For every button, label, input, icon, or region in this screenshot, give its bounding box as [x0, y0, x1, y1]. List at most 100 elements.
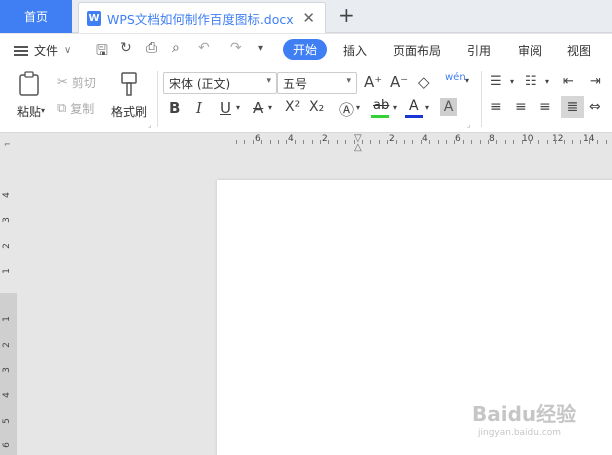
document-tab-title: WPS文档如何制作百度图标.docx — [107, 11, 294, 27]
strikethrough-dropdown-icon[interactable]: ▾ — [268, 103, 272, 112]
tab-review[interactable]: 审阅 — [518, 42, 542, 59]
vertical-ruler-numbers: 4 3 2 1 1 2 3 4 5 6 — [0, 0, 17, 455]
ruler-number: 6 — [1, 442, 12, 448]
document-tab[interactable]: W WPS文档如何制作百度图标.docx ✕ — [78, 2, 326, 33]
font-size-select[interactable]: 五号 ▾ — [277, 72, 357, 94]
bold-button[interactable]: B — [169, 99, 180, 117]
ruler-tick — [480, 140, 481, 144]
underline-dropdown-icon[interactable]: ▾ — [236, 103, 240, 112]
menu-row: 文件 ∨ 🖫 ↻ ⎙ ⌕ ↶ ↷ ▾ 开始 插入 页面布局 引用 审阅 视图 — [0, 34, 612, 65]
ruler-tick — [312, 140, 313, 144]
tab-start[interactable]: 开始 — [283, 39, 327, 60]
new-tab-button[interactable]: + — [338, 3, 355, 27]
increase-indent-icon[interactable]: ⇥ — [590, 74, 601, 89]
hanging-indent-marker-icon[interactable]: △ — [354, 142, 362, 153]
text-effect-button[interactable]: Ⓐ — [339, 99, 354, 120]
copy-label: 复制 — [70, 102, 95, 116]
pinyin-guide-icon[interactable]: wén — [445, 72, 466, 83]
highlight-label: ab — [373, 98, 390, 113]
clear-format-icon[interactable]: ◇ — [418, 73, 430, 91]
ruler-tick — [303, 140, 304, 144]
cut-button[interactable]: ✂ 剪切 — [57, 74, 96, 91]
font-family-select[interactable]: 宋体 (正文) ▾ — [163, 72, 277, 94]
subscript-button[interactable]: X₂ — [309, 99, 324, 115]
ruler-tick — [337, 140, 338, 144]
copy-button[interactable]: ⧉ 复制 — [57, 100, 94, 117]
ruler-tick — [253, 140, 254, 144]
tab-insert[interactable]: 插入 — [343, 42, 367, 59]
font-shrink-icon[interactable]: A⁻ — [390, 73, 408, 91]
underline-button[interactable]: U — [220, 99, 231, 117]
close-icon[interactable]: ✕ — [302, 9, 315, 27]
bullet-list-icon[interactable]: ☰ — [490, 74, 502, 89]
redo-icon[interactable]: ↷ — [230, 40, 242, 56]
tab-page-layout[interactable]: 页面布局 — [393, 42, 441, 59]
text-effect-dropdown-icon[interactable]: ▾ — [356, 103, 360, 112]
ruler-tick — [278, 140, 279, 144]
paste-dropdown-icon[interactable]: ▾ — [41, 106, 45, 115]
align-left-icon[interactable]: ≡ — [490, 99, 502, 115]
ruler-number: 2 — [389, 134, 395, 144]
ribbon: 粘贴 ▾ ✂ 剪切 ⧉ 复制 格式刷 ⌟ 宋体 (正文) ▾ 五号 ▾ A⁺ A… — [0, 65, 612, 133]
ruler-tick — [597, 140, 598, 144]
distributed-align-icon[interactable]: ⇔ — [589, 99, 601, 115]
print-icon[interactable]: ⎙ — [146, 40, 157, 56]
superscript-button[interactable]: X² — [285, 99, 300, 115]
quick-access-dropdown-icon[interactable]: ▾ — [258, 43, 263, 54]
clipboard-group-launcher-icon[interactable]: ⌟ — [148, 121, 151, 129]
ruler-tick — [362, 140, 363, 144]
font-color-button[interactable]: A — [405, 97, 423, 119]
character-shading-button[interactable]: A — [440, 98, 457, 116]
format-convert-icon[interactable]: ↻ — [120, 40, 132, 56]
highlight-button[interactable]: ab — [371, 97, 391, 119]
font-group-launcher-icon[interactable]: ⌟ — [467, 121, 470, 129]
font-grow-icon[interactable]: A⁺ — [364, 73, 382, 91]
ruler-number: 8 — [489, 134, 495, 144]
italic-button[interactable]: I — [196, 99, 202, 117]
ruler-number: 3 — [1, 217, 12, 223]
ruler-tick — [580, 140, 581, 144]
ruler-tick — [564, 140, 565, 144]
save-icon[interactable]: 🖫 — [96, 40, 108, 64]
ruler-number: 4 — [1, 192, 12, 198]
ruler-tick — [530, 140, 531, 144]
bullet-list-dropdown-icon[interactable]: ▾ — [510, 77, 514, 86]
justify-icon[interactable]: ≣ — [561, 96, 584, 118]
format-painter-button[interactable]: 格式刷 — [109, 71, 149, 120]
decrease-indent-icon[interactable]: ⇤ — [563, 74, 574, 89]
align-center-icon[interactable]: ≡ — [515, 99, 527, 115]
tab-view[interactable]: 视图 — [567, 42, 591, 59]
horizontal-ruler[interactable]: ⌐ ▽ △ 6 4 2 2 4 6 8 10 12 14 — [0, 133, 612, 155]
chevron-down-icon: ▾ — [266, 76, 271, 86]
highlight-color-bar — [371, 115, 389, 118]
numbered-list-icon[interactable]: ☷ — [525, 74, 537, 89]
undo-icon[interactable]: ↶ — [198, 40, 210, 56]
ruler-tick — [404, 140, 405, 144]
print-preview-icon[interactable]: ⌕ — [172, 40, 180, 56]
format-painter-icon — [121, 72, 137, 96]
align-right-icon[interactable]: ≡ — [539, 99, 551, 115]
copy-icon: ⧉ — [57, 101, 67, 116]
ruler-tick — [396, 140, 397, 144]
ruler-number: 10 — [522, 134, 534, 144]
file-menu-button[interactable]: 文件 ∨ — [14, 42, 71, 59]
highlight-dropdown-icon[interactable]: ▾ — [393, 103, 397, 112]
scissors-icon: ✂ — [57, 75, 68, 90]
strikethrough-button[interactable]: A — [253, 99, 263, 117]
numbered-list-dropdown-icon[interactable]: ▾ — [545, 77, 549, 86]
ruler-tick — [572, 140, 573, 144]
divider — [157, 71, 158, 127]
ruler-tick — [555, 140, 556, 144]
ruler-tick — [505, 140, 506, 144]
ruler-tick — [270, 140, 271, 144]
chevron-down-icon: ▾ — [346, 76, 351, 86]
font-color-dropdown-icon[interactable]: ▾ — [425, 103, 429, 112]
pinyin-dropdown-icon[interactable]: ▾ — [465, 76, 469, 85]
clipboard-icon — [19, 71, 39, 96]
baidu-watermark: Baidu经验 — [472, 402, 577, 426]
font-color-bar — [405, 115, 423, 118]
baidu-watermark-url: jingyan.baidu.com — [478, 428, 562, 438]
ruler-number: 4 — [1, 392, 12, 398]
tab-references[interactable]: 引用 — [467, 42, 491, 59]
ruler-tick — [471, 140, 472, 144]
